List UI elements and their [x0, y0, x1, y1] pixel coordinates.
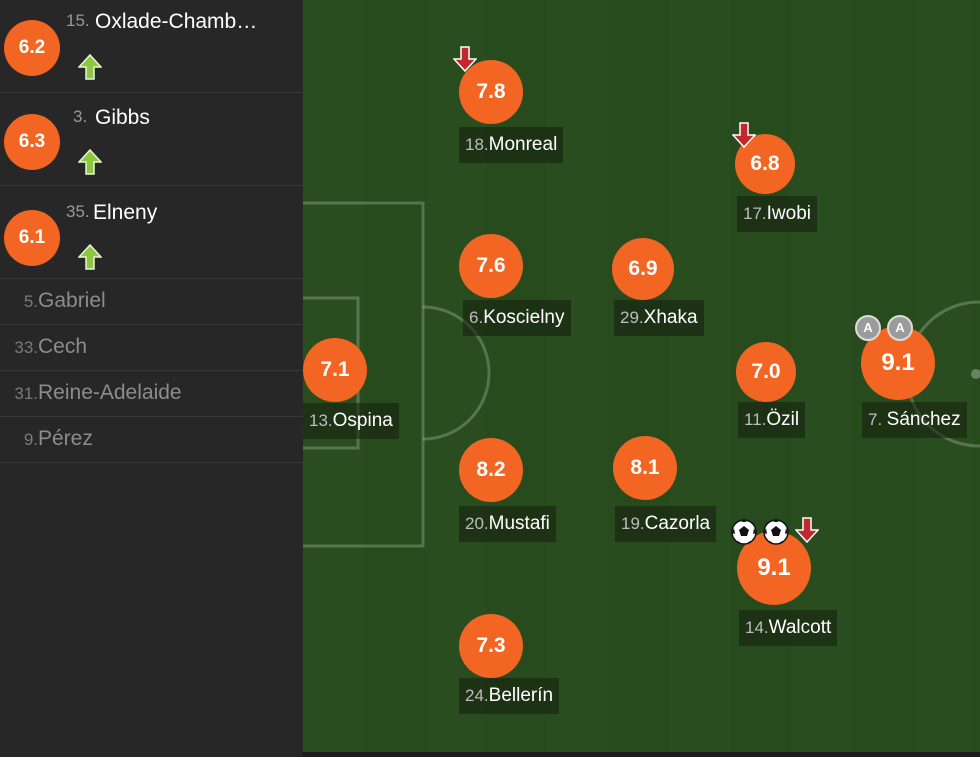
player-name: Gabriel: [38, 289, 106, 312]
substitute-row[interactable]: 6.2 15. Oxlade-Chamb…: [0, 0, 303, 93]
rating-badge: 8.2: [459, 438, 523, 502]
player-number: 17.: [743, 204, 767, 223]
player-number: 5.: [23, 292, 38, 311]
player-number: 19.: [621, 514, 645, 533]
sub-off-arrow-icon: [795, 517, 819, 544]
player-number: 7.: [868, 410, 883, 429]
player-number: 14.: [745, 618, 769, 637]
player-number: 13.: [309, 411, 333, 430]
sub-on-arrow-icon: [78, 148, 102, 175]
player-name: Ospina: [332, 410, 393, 431]
player-name: Özil: [766, 409, 800, 430]
player-name: Elneny: [93, 201, 158, 224]
rating-badge: 6.2: [4, 20, 60, 76]
player-name: Mustafi: [488, 513, 550, 534]
player-name: Bellerín: [488, 685, 554, 706]
bench-row[interactable]: 33.Cech: [0, 325, 303, 371]
goal-ball-icon: [763, 519, 789, 545]
sub-off-arrow-icon: [732, 122, 756, 149]
player-number: 9.: [23, 430, 38, 449]
player-name: Gibbs: [95, 106, 150, 129]
player-label: 24.Bellerín: [459, 678, 560, 714]
rating-badge: 7.3: [459, 614, 523, 678]
rating-badge: 6.9: [612, 238, 674, 300]
player-number: 11.: [744, 410, 767, 429]
player-number: 20.: [465, 514, 489, 533]
player-name: Cazorla: [644, 513, 711, 534]
substitute-row[interactable]: 6.3 3. Gibbs: [0, 92, 303, 186]
sub-on-arrow-icon: [78, 243, 102, 270]
player-name: Iwobi: [766, 203, 811, 224]
rating-badge: 7.0: [736, 342, 796, 402]
player-number: 3.: [73, 107, 88, 126]
player-label: 17.Iwobi: [737, 196, 817, 232]
player-label: 7. Sánchez: [862, 402, 967, 438]
player-label: 13.Ospina: [303, 403, 399, 439]
player-label: 14.Walcott: [739, 610, 838, 646]
player-label: 29.Xhaka: [614, 300, 704, 336]
player-name: Sánchez: [886, 409, 961, 430]
rating-badge: 6.1: [4, 210, 60, 266]
player-label: 6.Koscielny: [463, 300, 571, 336]
player-name: Pérez: [38, 427, 93, 450]
sub-on-arrow-icon: [78, 53, 102, 80]
player-label: 19.Cazorla: [615, 506, 717, 542]
player-number: 35.: [66, 202, 90, 221]
assist-icon: A: [887, 315, 913, 341]
player-name: Koscielny: [483, 307, 565, 328]
player-number: 31.: [14, 384, 38, 403]
rating-badge: 6.3: [4, 114, 60, 170]
assist-icon: A: [855, 315, 881, 341]
rating-badge: 7.1: [303, 338, 367, 402]
substitute-row[interactable]: 6.1 35. Elneny: [0, 185, 303, 279]
player-name: Cech: [38, 335, 88, 358]
player-name: Xhaka: [643, 307, 698, 328]
player-name: Oxlade-Chamb…: [95, 10, 258, 33]
player-name: Monreal: [488, 134, 558, 155]
player-label: 20.Mustafi: [459, 506, 556, 542]
goal-ball-icon: [731, 519, 757, 545]
pitch: 7.1 13.Ospina 7.8 18.Monreal 7.6 6.Kosci…: [303, 0, 980, 752]
player-number: 15.: [66, 11, 90, 30]
player-number: 24.: [465, 686, 489, 705]
player-label: 11.Özil: [738, 402, 806, 438]
sub-off-arrow-icon: [453, 46, 477, 73]
player-number: 18.: [465, 135, 489, 154]
rating-badge: 8.1: [613, 436, 677, 500]
player-name: Walcott: [768, 617, 832, 638]
rating-badge: 7.6: [459, 234, 523, 298]
player-number: 33.: [14, 338, 38, 357]
substitutes-panel: 6.2 15. Oxlade-Chamb… 6.3 3. Gibbs 6.1 3…: [0, 0, 303, 757]
bench-row[interactable]: 31.Reine-Adelaide: [0, 371, 303, 417]
bench-row[interactable]: 9.Pérez: [0, 417, 303, 463]
pitch-bottom-border: [303, 752, 980, 757]
player-number: 6.: [469, 308, 484, 327]
player-number: 29.: [620, 308, 644, 327]
player-name: Reine-Adelaide: [38, 381, 182, 404]
player-label: 18.Monreal: [459, 127, 564, 163]
bench-row[interactable]: 5.Gabriel: [0, 279, 303, 325]
